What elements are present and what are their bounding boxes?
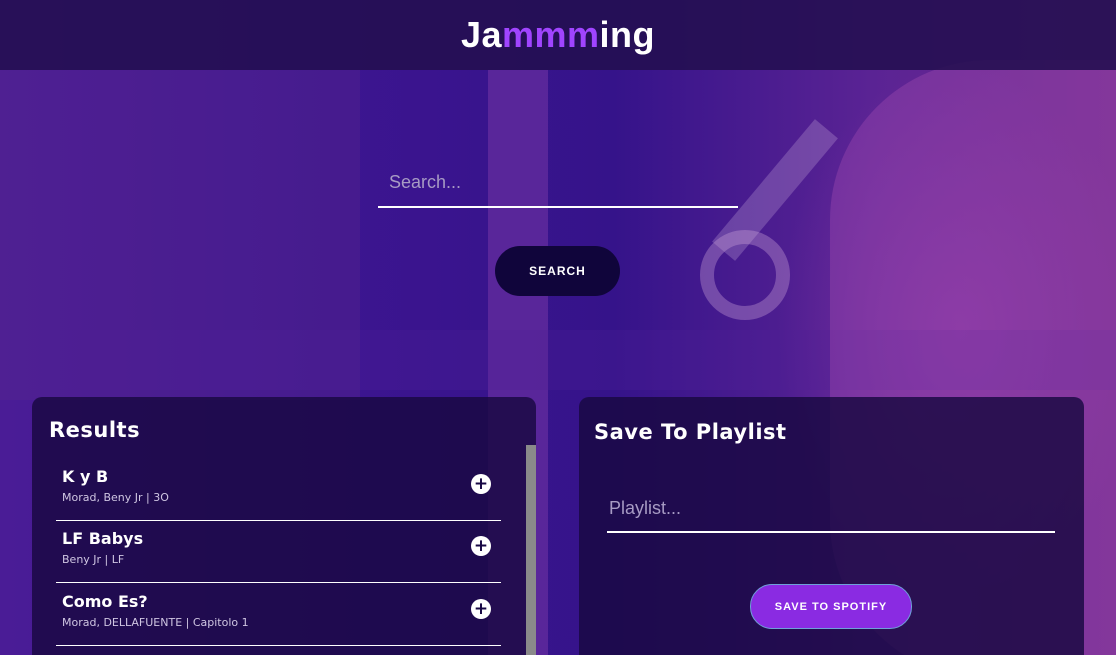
results-scrollbar[interactable] (526, 445, 536, 655)
logo-highlight: mmm (502, 14, 600, 55)
plus-circle-icon[interactable]: + (471, 536, 491, 556)
plus-circle-icon[interactable]: + (471, 599, 491, 619)
results-title: Results (49, 418, 141, 442)
track-title: Como Es? (62, 592, 148, 611)
track-info: Morad, Beny Jr | 3O (62, 491, 169, 504)
search-button[interactable]: SEARCH (495, 246, 620, 296)
track-info: Morad, DELLAFUENTE | Capitolo 1 (62, 616, 249, 629)
logo-suffix: ing (599, 14, 656, 55)
track-title: LF Babys (62, 529, 144, 548)
track-title: K y B (62, 467, 109, 486)
search-input[interactable] (378, 158, 738, 208)
playlist-title: Save To Playlist (594, 420, 787, 444)
app-logo: Jammming (461, 14, 655, 56)
playlist-name-input[interactable] (607, 485, 1055, 533)
track-row: LF Babys Beny Jr | LF + (56, 521, 501, 583)
track-info: Beny Jr | LF (62, 553, 125, 566)
results-panel: Results K y B Morad, Beny Jr | 3O + LF B… (32, 397, 536, 655)
plus-circle-icon[interactable]: + (471, 474, 491, 494)
logo-prefix: Ja (460, 14, 503, 55)
playlist-panel: Save To Playlist SAVE TO SPOTIFY (579, 397, 1084, 655)
track-row: K y B Morad, Beny Jr | 3O + (56, 459, 501, 521)
app-header: Jammming (0, 0, 1116, 70)
save-to-spotify-button[interactable]: SAVE TO SPOTIFY (750, 584, 912, 629)
track-row: Como Es? Morad, DELLAFUENTE | Capitolo 1… (56, 584, 501, 646)
